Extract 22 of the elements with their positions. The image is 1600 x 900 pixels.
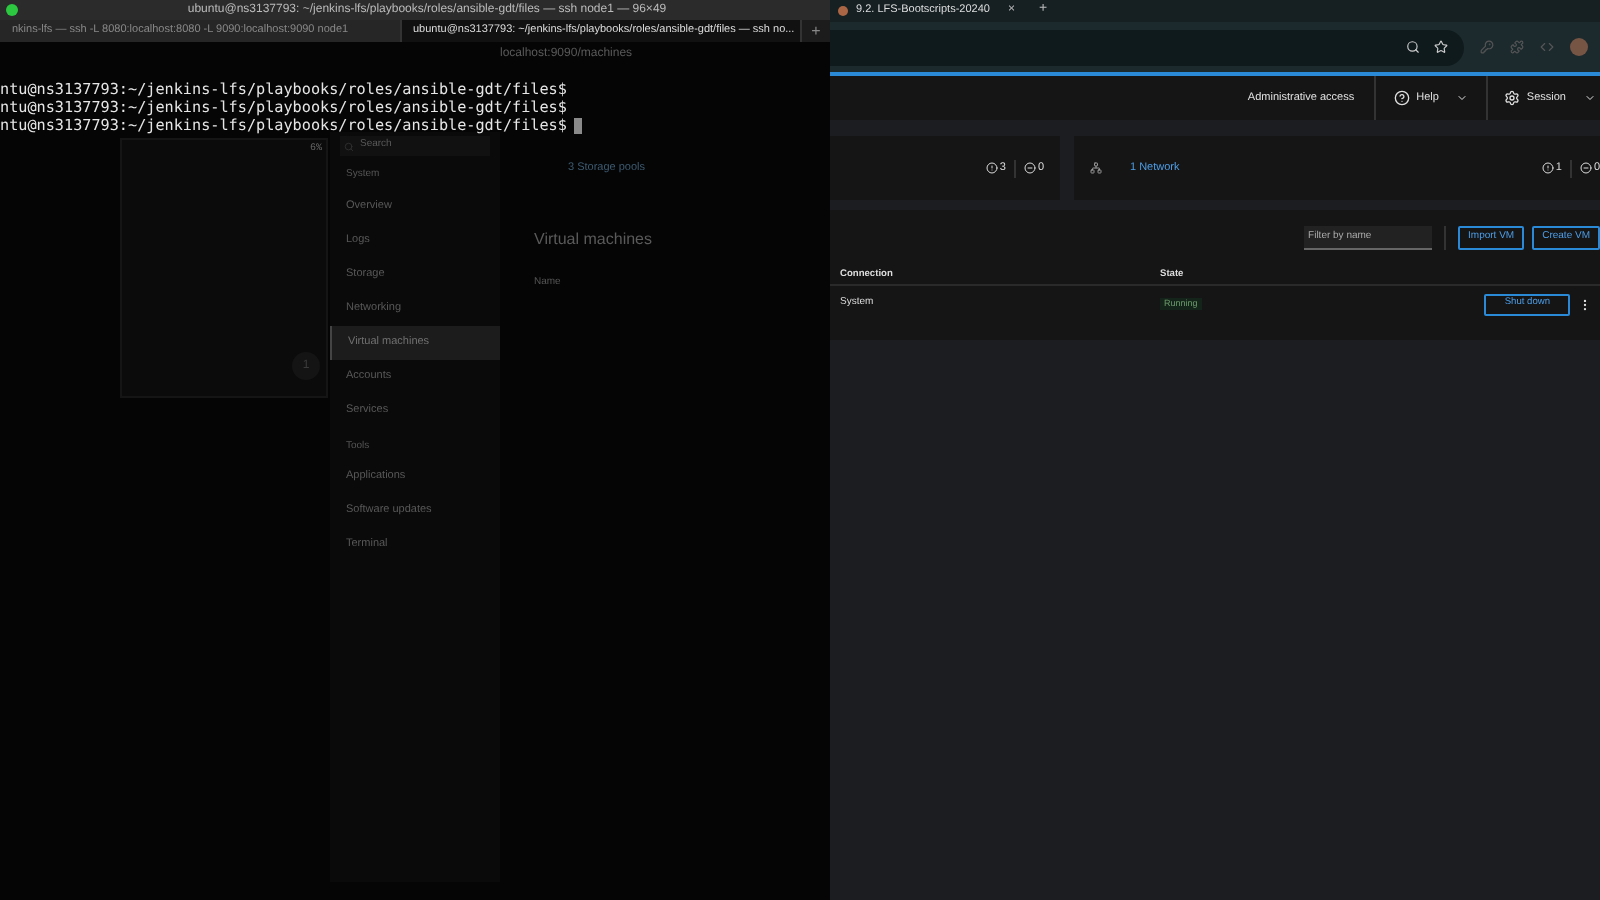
warning-icon	[1023, 162, 1036, 174]
key-icon[interactable]	[1480, 40, 1494, 54]
cursor-block	[574, 117, 583, 133]
warning-icon	[1579, 162, 1592, 174]
help-icon	[1394, 90, 1411, 106]
error-icon	[985, 162, 998, 174]
kebab-menu-icon[interactable]	[1578, 297, 1592, 311]
zoom-icon[interactable]	[1406, 40, 1420, 54]
search-icon	[344, 141, 354, 151]
caret-icon	[1584, 92, 1596, 104]
caret-icon	[1456, 92, 1469, 104]
code-icon[interactable]	[1540, 40, 1554, 54]
puzzle-icon[interactable]	[1510, 40, 1524, 54]
window-control-icon[interactable]	[6, 4, 18, 16]
settings-icon	[1504, 90, 1521, 106]
new-tab-button[interactable]: +	[802, 20, 830, 42]
profile-avatar[interactable]	[1570, 38, 1588, 56]
star-icon[interactable]	[1434, 40, 1448, 54]
page-heading: Virtual machines	[534, 228, 652, 252]
network-icon	[1090, 162, 1102, 174]
error-icon	[1541, 162, 1554, 174]
tab-favicon-icon	[838, 6, 848, 16]
